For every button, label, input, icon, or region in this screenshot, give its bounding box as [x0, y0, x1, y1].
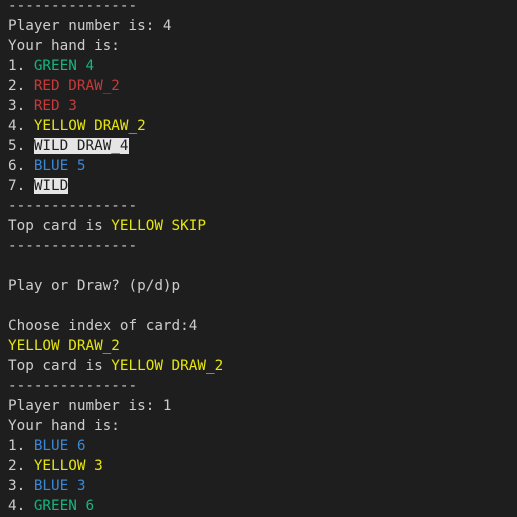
terminal-text: 4.	[8, 118, 34, 134]
terminal-line: 2. YELLOW 3	[8, 456, 517, 476]
terminal-text: 6.	[8, 158, 34, 174]
card-name-green: GREEN 4	[33, 58, 95, 74]
terminal-text: 4.	[8, 498, 34, 514]
terminal-line: 3. BLUE 3	[8, 476, 517, 496]
terminal-text: ---------------	[8, 378, 138, 394]
terminal-line: Your hand is:	[8, 36, 517, 56]
card-name-yellow: YELLOW SKIP	[111, 218, 206, 234]
terminal-text: Your hand is:	[8, 38, 120, 54]
terminal-lines: --------------- Player number is: 4 Your h…	[8, 0, 517, 516]
terminal-text: Top card is	[8, 218, 112, 234]
terminal-line: 3. RED 3	[8, 96, 517, 116]
card-name-yellow: YELLOW 3	[33, 458, 103, 474]
terminal-line: Top card is YELLOW DRAW_2	[8, 356, 517, 376]
terminal-line: 7. WILD	[8, 176, 517, 196]
terminal-line: ---------------	[8, 0, 517, 16]
terminal-text: 2.	[8, 78, 34, 94]
terminal-line: 4. YELLOW DRAW_2	[8, 116, 517, 136]
terminal-text: ---------------	[8, 198, 138, 214]
terminal-text: ---------------	[8, 238, 138, 254]
terminal-output: --------------- Player number is: 4 Your h…	[0, 0, 517, 517]
terminal-text: 3.	[8, 98, 34, 114]
terminal-line: Choose index of card:4	[8, 316, 517, 336]
terminal-line: 2. RED DRAW_2	[8, 76, 517, 96]
terminal-text: Your hand is:	[8, 418, 120, 434]
terminal-text: 2.	[8, 458, 34, 474]
terminal-line: 5. WILD DRAW_4	[8, 136, 517, 156]
terminal-line: 6. BLUE 5	[8, 156, 517, 176]
card-name-yellow: YELLOW DRAW_2	[8, 338, 120, 354]
card-name-green: GREEN 6	[33, 498, 95, 514]
terminal-text: 5.	[8, 138, 34, 154]
card-name-blue: BLUE 6	[33, 438, 86, 454]
terminal-line: ---------------	[8, 236, 517, 256]
card-name-blue: BLUE 5	[33, 158, 86, 174]
terminal-text: ---------------	[8, 0, 138, 14]
terminal-text: Player number is: 4	[8, 18, 172, 34]
terminal-line: Your hand is:	[8, 416, 517, 436]
terminal-text: Top card is	[8, 358, 112, 374]
terminal-line: Play or Draw? (p/d)p	[8, 276, 517, 296]
terminal-line: YELLOW DRAW_2	[8, 336, 517, 356]
card-name-wild: WILD DRAW_4	[33, 138, 129, 154]
terminal-text: Choose index of card:4	[8, 318, 198, 334]
terminal-line: ---------------	[8, 376, 517, 396]
terminal-text: 7.	[8, 178, 34, 194]
card-name-red: RED DRAW_2	[33, 78, 120, 94]
card-name-yellow: YELLOW DRAW_2	[111, 358, 224, 374]
terminal-line: Top card is YELLOW SKIP	[8, 216, 517, 236]
card-name-blue: BLUE 3	[33, 478, 86, 494]
terminal-line: 1. BLUE 6	[8, 436, 517, 456]
terminal-line: 4. GREEN 6	[8, 496, 517, 516]
terminal-line: 1. GREEN 4	[8, 56, 517, 76]
card-name-red: RED 3	[33, 98, 77, 114]
card-name-yellow: YELLOW DRAW_2	[33, 118, 146, 134]
terminal-text: 1.	[8, 58, 34, 74]
card-name-wild: WILD	[33, 178, 69, 194]
terminal-line: Player number is: 4	[8, 16, 517, 36]
terminal-line: ---------------	[8, 196, 517, 216]
terminal-text: 3.	[8, 478, 34, 494]
terminal-line: Player number is: 1	[8, 396, 517, 416]
terminal-text: 1.	[8, 438, 34, 454]
terminal-text: Player number is: 1	[8, 398, 172, 414]
terminal-text: Play or Draw? (p/d)p	[8, 278, 181, 294]
